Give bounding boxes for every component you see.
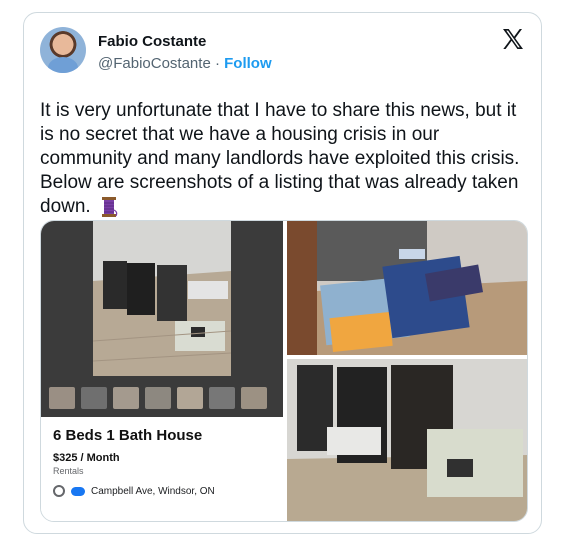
redaction-mark — [71, 486, 85, 496]
listing-title: 6 Beds 1 Bath House — [53, 427, 203, 444]
listing-screenshot[interactable]: 6 Beds 1 Bath House $325 / Month Rentals… — [41, 221, 283, 521]
thread-spool-icon — [100, 196, 118, 218]
wardrobe-photo[interactable] — [287, 359, 527, 521]
thumbnail-strip[interactable] — [49, 387, 275, 411]
mattress-photo[interactable] — [287, 221, 527, 355]
thumbnail[interactable] — [49, 387, 75, 409]
thumbnail[interactable] — [145, 387, 171, 409]
author-avatar[interactable] — [40, 27, 86, 73]
listing-photo — [41, 221, 283, 417]
room-photo — [93, 221, 231, 376]
listing-category: Rentals — [53, 466, 84, 476]
listing-address: Campbell Ave, Windsor, ON — [91, 485, 215, 497]
tweet-text: It is very unfortunate that I have to sh… — [40, 99, 520, 219]
tweet-card: Fabio Costante @FabioCostante · Follow I… — [23, 12, 542, 534]
listing-price: $325 / Month — [53, 452, 120, 464]
thumbnail[interactable] — [113, 387, 139, 409]
location-pin-icon — [53, 485, 65, 497]
follow-button[interactable]: Follow — [224, 55, 272, 72]
media-grid[interactable]: 6 Beds 1 Bath House $325 / Month Rentals… — [40, 220, 528, 522]
listing-address-row: Campbell Ave, Windsor, ON — [53, 485, 215, 497]
thumbnail[interactable] — [81, 387, 107, 409]
thumbnail[interactable] — [177, 387, 203, 409]
thumbnail[interactable] — [241, 387, 267, 409]
author-name[interactable]: Fabio Costante — [98, 33, 206, 50]
x-logo-icon[interactable] — [501, 27, 525, 51]
thumbnail[interactable] — [209, 387, 235, 409]
handle-row: @FabioCostante · Follow — [98, 55, 272, 72]
author-handle[interactable]: @FabioCostante — [98, 55, 211, 72]
separator-dot: · — [214, 55, 220, 72]
